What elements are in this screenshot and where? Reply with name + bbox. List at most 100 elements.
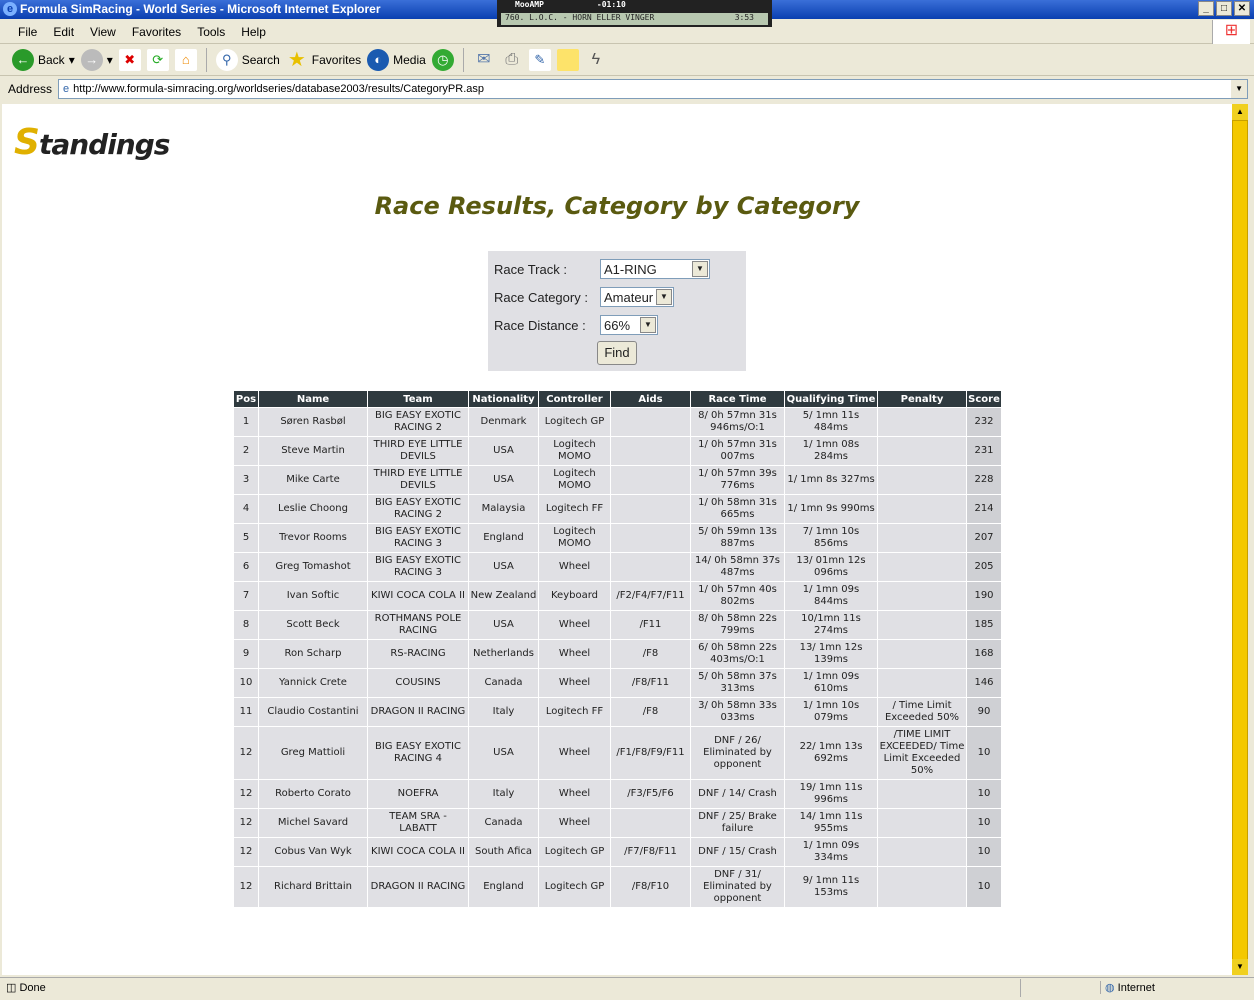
cell-team: THIRD EYE LITTLE DEVILS [368, 437, 468, 465]
cell-aids [611, 495, 690, 523]
favorites-button[interactable]: ★ Favorites [286, 49, 361, 71]
address-input[interactable]: e http://www.formula-simracing.org/worlds… [58, 79, 1249, 99]
cell-pos: 2 [234, 437, 258, 465]
cell-name: Yannick Crete [259, 669, 367, 697]
cell-controller: Logitech FF [539, 698, 610, 726]
cell-pos: 10 [234, 669, 258, 697]
cell-pos: 6 [234, 553, 258, 581]
race-distance-select[interactable]: 66% ▼ [600, 315, 658, 335]
cell-nationality: England [469, 867, 538, 907]
chevron-down-icon: ▼ [692, 261, 708, 277]
cell-team: DRAGON II RACING [368, 698, 468, 726]
cell-score: 205 [967, 553, 1001, 581]
cell-nationality: Malaysia [469, 495, 538, 523]
refresh-icon[interactable]: ⟳ [146, 49, 169, 71]
messenger-icon[interactable]: ϟ [585, 49, 607, 71]
column-header: Qualifying Time [785, 391, 877, 407]
cell-team: RS-RACING [368, 640, 468, 668]
cell-nationality: England [469, 524, 538, 552]
cell-penalty [878, 669, 966, 697]
note-icon[interactable] [556, 49, 579, 71]
cell-controller: Wheel [539, 640, 610, 668]
cell-nationality: USA [469, 611, 538, 639]
menu-tools[interactable]: Tools [191, 25, 231, 39]
scroll-up-icon[interactable]: ▲ [1232, 104, 1248, 120]
cell-race-time: 5/ 0h 59mn 13s 887ms [691, 524, 784, 552]
cell-qualifying-time: 1/ 1mn 10s 079ms [785, 698, 877, 726]
race-track-value: A1-RING [604, 261, 657, 277]
cell-team: KIWI COCA COLA II [368, 582, 468, 610]
toolbar: ← Back ▾ → ▾ ✖ ⟳ ⌂ ⚲ Search ★ Favorites ◐ Me… [0, 45, 1254, 76]
menu-edit[interactable]: Edit [47, 25, 80, 39]
edit-icon[interactable]: ✎ [528, 49, 551, 71]
star-icon: ★ [287, 49, 306, 71]
forward-button[interactable]: → ▾ [80, 49, 113, 71]
cell-name: Scott Beck [259, 611, 367, 639]
find-button[interactable]: Find [597, 341, 637, 365]
scroll-thumb[interactable] [1232, 120, 1248, 960]
cell-nationality: USA [469, 466, 538, 494]
filter-form: Race Track : A1-RING ▼ Race Category : Amat… [488, 251, 746, 371]
print-icon[interactable]: ⎙ [501, 49, 523, 71]
stop-icon[interactable]: ✖ [118, 49, 141, 71]
cell-penalty [878, 437, 966, 465]
menu-file[interactable]: File [12, 25, 43, 39]
vertical-scrollbar[interactable]: ▲ ▼ [1232, 104, 1248, 975]
cell-aids: /F11 [611, 611, 690, 639]
cell-controller: Logitech MOMO [539, 437, 610, 465]
cell-aids: /F3/F5/F6 [611, 780, 690, 808]
race-category-select[interactable]: Amateur ▼ [600, 287, 674, 307]
cell-aids: /F2/F4/F7/F11 [611, 582, 690, 610]
home-icon[interactable]: ⌂ [174, 49, 197, 71]
cell-pos: 5 [234, 524, 258, 552]
cell-name: Cobus Van Wyk [259, 838, 367, 866]
cell-aids: /F8/F10 [611, 867, 690, 907]
cell-pos: 12 [234, 838, 258, 866]
cell-controller: Wheel [539, 669, 610, 697]
search-icon: ⚲ [215, 49, 238, 71]
cell-score: 231 [967, 437, 1001, 465]
cell-race-time: DNF / 31/ Eliminated by opponent [691, 867, 784, 907]
table-row: 10 Yannick Crete COUSINS Canada Wheel/F8/F11… [234, 669, 1001, 697]
scroll-down-icon[interactable]: ▼ [1232, 959, 1248, 975]
cell-name: Steve Martin [259, 437, 367, 465]
media-button[interactable]: ◐ Media [367, 49, 426, 71]
maximize-button[interactable]: □ [1216, 1, 1232, 16]
back-button[interactable]: ← Back ▾ [12, 49, 75, 71]
close-button[interactable]: ✕ [1234, 1, 1250, 16]
cell-controller: Wheel [539, 611, 610, 639]
mail-icon[interactable]: ✉ [473, 49, 495, 71]
cell-name: Mike Carte [259, 466, 367, 494]
cell-controller: Logitech FF [539, 495, 610, 523]
menu-help[interactable]: Help [235, 25, 272, 39]
cell-controller: Wheel [539, 553, 610, 581]
cell-score: 10 [967, 838, 1001, 866]
standings-logo: Standings [12, 122, 170, 170]
table-row: 11 Claudio Costantini DRAGON II RACING Ital… [234, 698, 1001, 726]
cell-score: 146 [967, 669, 1001, 697]
cell-pos: 7 [234, 582, 258, 610]
cell-score: 207 [967, 524, 1001, 552]
cell-qualifying-time: 14/ 1mn 11s 955ms [785, 809, 877, 837]
chevron-down-icon[interactable]: ▼ [1231, 80, 1248, 98]
race-track-select[interactable]: A1-RING ▼ [600, 259, 710, 279]
menu-favorites[interactable]: Favorites [126, 25, 187, 39]
cell-aids: /F8 [611, 640, 690, 668]
cell-pos: 1 [234, 408, 258, 436]
menu-view[interactable]: View [84, 25, 122, 39]
cell-team: ROTHMANS POLE RACING [368, 611, 468, 639]
history-icon[interactable]: ◷ [431, 49, 454, 71]
cell-team: NOEFRA [368, 780, 468, 808]
cell-qualifying-time: 1/ 1mn 08s 284ms [785, 437, 877, 465]
cell-controller: Wheel [539, 780, 610, 808]
cell-name: Roberto Corato [259, 780, 367, 808]
search-button[interactable]: ⚲ Search [215, 49, 280, 71]
column-header: Nationality [469, 391, 538, 407]
table-row: 6 Greg Tomashot BIG EASY EXOTIC RACING 3 US… [234, 553, 1001, 581]
cell-score: 10 [967, 867, 1001, 907]
minimize-button[interactable]: _ [1198, 1, 1214, 16]
table-row: 5 Trevor Rooms BIG EASY EXOTIC RACING 3 Eng… [234, 524, 1001, 552]
table-row: 9 Ron Scharp RS-RACING Netherlands Wheel/F8 6… [234, 640, 1001, 668]
cell-controller: Logitech GP [539, 867, 610, 907]
status-bar: ◫ Done ◍ Internet [0, 977, 1254, 997]
